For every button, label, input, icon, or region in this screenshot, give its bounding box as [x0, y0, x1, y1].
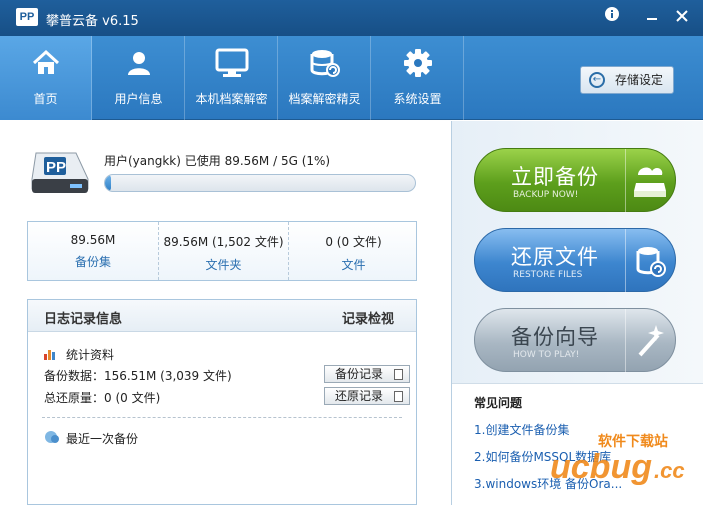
- backup-record-button[interactable]: 备份记录: [324, 365, 410, 383]
- storage-settings-button[interactable]: ← 存储设定: [580, 66, 674, 94]
- tab-decrypt-wizard[interactable]: 档案解密精灵: [279, 36, 371, 120]
- magic-wand-icon: [625, 309, 675, 373]
- last-backup-row: 最近一次备份: [44, 430, 138, 447]
- last-backup-label: 最近一次备份: [66, 432, 139, 446]
- stat-label: 文件夹: [205, 258, 242, 272]
- log-panel: 日志记录信息 记录检视 统计资料 备份数据：156.51M (3,039 文件)…: [27, 299, 417, 505]
- restore-record-button[interactable]: 还原记录: [324, 387, 410, 405]
- info-icon[interactable]: [600, 6, 624, 28]
- restore-total-text: 总还原量：0 (0 文件): [44, 391, 161, 405]
- restore-files-subtitle: RESTORE FILES: [513, 270, 583, 280]
- gear-icon: [372, 48, 463, 84]
- stats-heading-label: 统计资料: [66, 348, 115, 362]
- svg-text:PP: PP: [46, 159, 66, 176]
- stat-value: 0 (0 文件): [325, 235, 382, 249]
- usage-progress-fill: [105, 175, 112, 191]
- stat-value: 89.56M: [70, 233, 116, 247]
- restore-files-title: 还原文件: [511, 245, 599, 269]
- tab-local-decrypt-label: 本机档案解密: [195, 92, 268, 106]
- backup-data-text: 备份数据：156.51M (3,039 文件): [44, 369, 232, 383]
- database-restore-icon: [625, 229, 675, 293]
- database-icon: [279, 48, 370, 84]
- document-icon: [394, 391, 403, 402]
- restore-record-label: 还原记录: [335, 389, 384, 403]
- cloud-sync-icon: [44, 430, 59, 443]
- tab-decrypt-wizard-label: 档案解密精灵: [288, 92, 361, 106]
- monitor-icon: [186, 48, 277, 84]
- stat-value: 89.56M (1,502 文件): [163, 235, 284, 249]
- account-panel: PP 用户(yangkk) 已使用 89.56M / 5G (1%) 89.56…: [0, 121, 451, 505]
- backup-wizard-subtitle: HOW TO PLAY!: [513, 350, 580, 360]
- usage-progress-bar: [104, 174, 416, 192]
- app-logo: PP: [16, 8, 38, 26]
- usage-text: 用户(yangkk) 已使用 89.56M / 5G (1%): [104, 154, 331, 168]
- log-title: 日志记录信息: [44, 312, 123, 327]
- back-arrow-icon: ←: [589, 72, 605, 88]
- user-icon: [93, 48, 184, 84]
- watermark-text-main: ucbug: [550, 448, 652, 486]
- tab-home-label: 首页: [33, 92, 58, 106]
- tab-user-info-label: 用户信息: [114, 92, 163, 106]
- stats-panel: 89.56M 备份集 89.56M (1,502 文件) 文件夹 0 (0 文件…: [27, 221, 417, 281]
- restore-files-button[interactable]: 还原文件 RESTORE FILES: [474, 228, 676, 293]
- watermark-text-cc: .cc: [654, 458, 685, 483]
- backup-record-label: 备份记录: [335, 367, 384, 381]
- backup-wizard-title: 备份向导: [511, 325, 599, 349]
- window-title: 攀普云备 v6.15: [46, 14, 139, 29]
- bar-chart-icon: [44, 348, 58, 360]
- main-toolbar: 首页 用户信息 本机档案解密 档案解密精灵 系统设置 ← 存储设定: [0, 36, 703, 120]
- close-button[interactable]: [670, 6, 694, 28]
- title-bar: PP 攀普云备 v6.15: [0, 0, 703, 36]
- document-icon: [394, 369, 403, 380]
- stat-backup-set[interactable]: 89.56M 备份集: [28, 222, 158, 280]
- log-view-link[interactable]: 记录检视: [342, 308, 394, 327]
- storage-settings-label: 存储设定: [615, 73, 664, 87]
- stat-file[interactable]: 0 (0 文件) 文件: [288, 222, 418, 280]
- stat-label: 文件: [341, 258, 366, 272]
- backup-now-button[interactable]: 立即备份 BACKUP NOW!: [474, 148, 676, 213]
- drive-icon: PP: [30, 149, 92, 197]
- faq-title: 常见问题: [474, 396, 523, 410]
- log-header: 日志记录信息 记录检视: [28, 300, 416, 332]
- watermark-logo: 软件下载站 ucbug .cc: [520, 430, 700, 490]
- divider: [42, 417, 402, 418]
- stat-folder[interactable]: 89.56M (1,502 文件) 文件夹: [158, 222, 288, 280]
- backup-now-title: 立即备份: [511, 165, 599, 189]
- drive-upload-icon: [625, 149, 675, 213]
- stats-heading: 统计资料: [44, 346, 114, 363]
- tab-home[interactable]: 首页: [0, 36, 92, 120]
- tab-system-settings[interactable]: 系统设置: [372, 36, 464, 120]
- tab-system-settings-label: 系统设置: [393, 92, 442, 106]
- tab-user-info[interactable]: 用户信息: [93, 36, 185, 120]
- home-icon: [0, 48, 91, 84]
- stat-label: 备份集: [74, 255, 111, 269]
- backup-wizard-button[interactable]: 备份向导 HOW TO PLAY!: [474, 308, 676, 373]
- minimize-button[interactable]: [640, 6, 664, 28]
- tab-local-decrypt[interactable]: 本机档案解密: [186, 36, 278, 120]
- backup-now-subtitle: BACKUP NOW!: [513, 190, 579, 200]
